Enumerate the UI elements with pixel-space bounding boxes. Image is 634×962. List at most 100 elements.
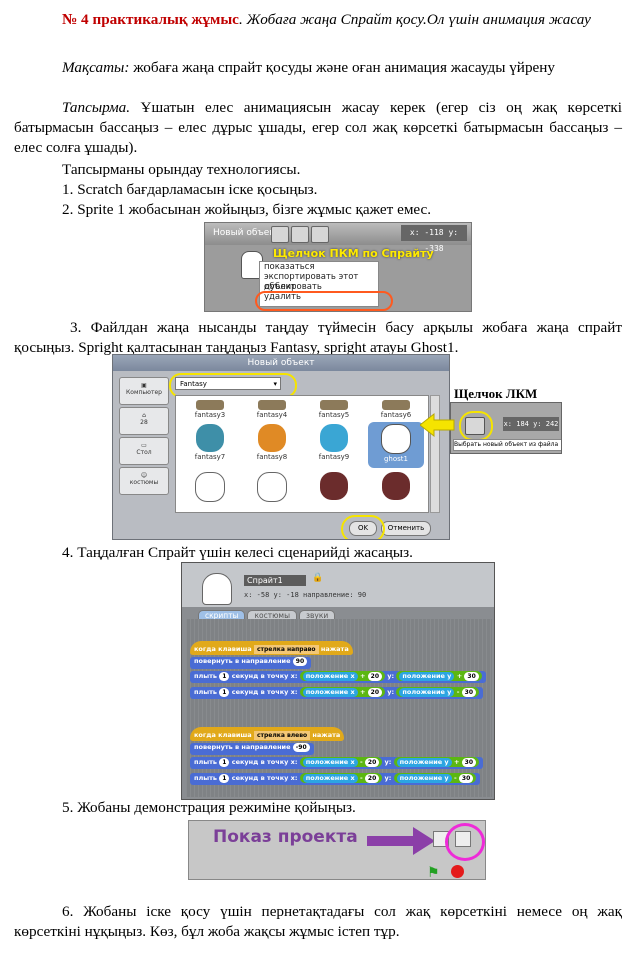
computer-button[interactable]: ▣ Компьютер [119,377,169,405]
costumes-button[interactable]: ☺ костюмы [119,467,169,495]
random-sprite-icon[interactable] [311,226,329,243]
cancel-button[interactable]: Отменить [381,521,431,536]
left-click-callout: Щелчок ЛКМ [454,386,538,401]
stop-icon[interactable] [451,865,464,878]
sprite-option-label: fantasy3 [194,411,226,419]
block-text: y: [387,672,395,680]
plus-operator[interactable]: положение y + 30 [396,671,482,681]
new-sprite-dialog-screenshot: Новый объект ▣ Компьютер ⌂ 28 ▭ Стол ☺ костю… [112,354,450,540]
number-input[interactable]: 30 [461,758,477,767]
seconds-input[interactable]: 1 [219,758,230,767]
glide-block[interactable]: плыть 1 секунд в точку x: положение x - … [190,773,481,785]
desktop-button[interactable]: ▭ Стол [119,437,169,465]
plus-operator[interactable]: положение x + 20 [299,671,386,681]
paint-sprite-icon[interactable] [271,226,289,243]
green-flag-icon[interactable]: ⚑ [427,865,440,879]
operator-sign: - [359,758,363,766]
when-key-pressed-block[interactable]: когда клавиша стрелка направо нажата [190,641,353,655]
sprite-option[interactable] [182,470,238,516]
home-label: 28 [140,419,148,426]
menu-item-export[interactable]: экспортировать этот объект [260,272,378,292]
point-direction-block[interactable]: повернуть в направление 90 [190,657,312,669]
y-position-reporter[interactable]: положение y [399,672,455,681]
x-position-reporter[interactable]: положение x [302,672,358,681]
sprite-option[interactable]: fantasy7 [182,422,238,468]
seconds-input[interactable]: 1 [219,672,230,681]
sprite-option[interactable] [244,470,300,516]
sprite-name-field[interactable]: Спрайт1 [244,575,306,586]
lock-icon[interactable]: 🔒 [312,573,323,583]
sprite-option[interactable] [306,470,362,516]
direction-input[interactable]: -90 [292,743,310,752]
computer-label: Компьютер [126,389,162,396]
sprite-option-label: fantasy6 [380,411,412,419]
sprite-option-label: fantasy4 [256,411,288,419]
number-input[interactable]: 30 [461,688,477,697]
number-input[interactable]: 20 [364,758,380,767]
dialog-title: Новый объект [113,355,449,371]
block-text: плыть [194,774,218,782]
number-input[interactable]: 30 [458,774,474,783]
plus-operator[interactable]: положение x + 20 [299,687,386,697]
x-position-reporter[interactable]: положение x [302,688,358,697]
plus-operator[interactable]: положение y + 30 [393,757,480,767]
direction-input[interactable]: 90 [292,657,308,666]
assignment-label: Тапсырма. [62,99,131,116]
point-direction-block[interactable]: повернуть в направление -90 [190,743,314,755]
operator-sign: + [359,672,366,680]
block-text: повернуть в направление [194,657,291,665]
sprite-option-label: fantasy7 [194,453,226,461]
home-button[interactable]: ⌂ 28 [119,407,169,435]
y-position-reporter[interactable]: положение y [399,688,455,697]
coords-readout: x: -118 y: -338 [401,225,467,253]
step-3: 3. Файлдан жаңа нысанды таңдау түймесін … [14,319,622,356]
block-text: секунд в точку x: [231,672,298,680]
seconds-input[interactable]: 1 [219,688,230,697]
minus-operator[interactable]: положение y - 30 [393,773,477,783]
block-text: y: [384,758,392,766]
step-1: 1. Scratch бағдарламасын іске қосыңыз. [62,181,318,198]
block-text: повернуть в направление [194,743,291,751]
right-click-callout: Щелчок ПКМ по Спрайту [273,247,434,260]
sprite-option-selected[interactable]: ghost1 [368,422,424,468]
minus-operator[interactable]: положение x - 20 [299,757,383,767]
when-key-pressed-block[interactable]: когда клавиша стрелка влево нажата [190,727,345,741]
menu-item-show[interactable]: показаться [260,262,378,272]
scripts-area[interactable]: когда клавиша стрелка направо нажата пов… [186,619,492,797]
goal-paragraph: Мақсаты: жобаға жаңа спрайт қосуды және … [14,58,622,78]
sprite-info-header: Спрайт1 🔒 x: -58 y: -18 направление: 90 [182,563,494,607]
sprite-option[interactable] [368,470,424,516]
arrow-right-icon [367,827,435,855]
open-highlight-ring [459,411,493,441]
glide-block[interactable]: плыть 1 секунд в точку x: положение x + … [190,687,484,699]
seconds-input[interactable]: 1 [219,774,230,783]
x-position-reporter[interactable]: положение x [302,774,358,783]
minus-operator[interactable]: положение y - 30 [396,687,480,697]
key-dropdown[interactable]: стрелка влево [253,731,311,740]
open-sprite-icon[interactable] [291,226,309,243]
sprite-option[interactable]: fantasy9 [306,422,362,468]
number-input[interactable]: 20 [367,688,383,697]
number-input[interactable]: 30 [464,672,479,681]
ok-highlight-ring [341,515,385,539]
presentation-mode-callout: Показ проекта [213,827,358,847]
step-6: 6. Жобаны іске қосу үшін пернетақтадағы … [14,903,622,940]
y-position-reporter[interactable]: положение y [396,758,452,767]
sprite-position-info: x: -58 y: -18 направление: 90 [244,591,367,599]
task-subtitle: . Жобаға жаңа Спрайт қосу.Ол үшін анимац… [238,11,591,28]
x-position-reporter[interactable]: положение x [302,758,358,767]
number-input[interactable]: 20 [364,774,380,783]
glide-block[interactable]: плыть 1 секунд в точку x: положение x + … [190,671,486,683]
block-text: y: [387,688,395,696]
task-number: № 4 практикалық жұмыс [62,11,239,28]
sprite-option[interactable]: fantasy8 [244,422,300,468]
block-text: нажата [312,731,341,739]
presentation-mode-screenshot: Показ проекта ⚑ [188,820,486,880]
y-position-reporter[interactable]: положение y [396,774,452,783]
script-editor-screenshot: Спрайт1 🔒 x: -58 y: -18 направление: 90 … [181,562,495,800]
block-text: нажата [320,645,349,653]
key-dropdown[interactable]: стрелка направо [253,645,319,654]
minus-operator[interactable]: положение x - 20 [299,773,383,783]
number-input[interactable]: 20 [367,672,383,681]
glide-block[interactable]: плыть 1 секунд в точку x: положение x - … [190,757,484,769]
